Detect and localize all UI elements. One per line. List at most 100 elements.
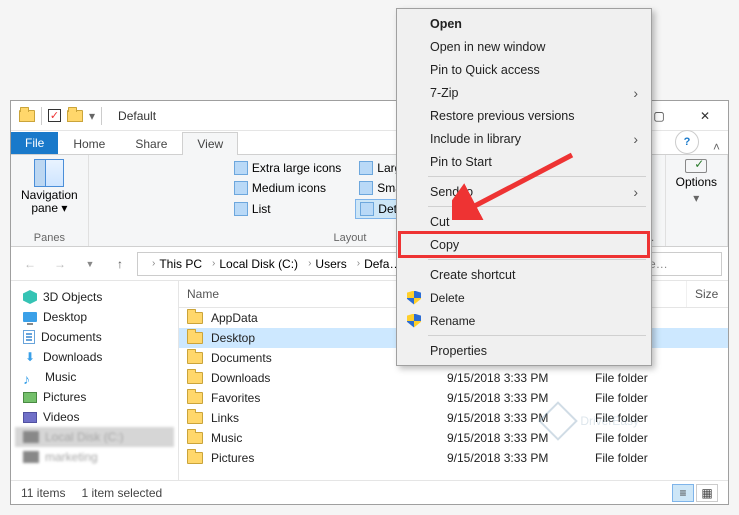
ctx-open-new-window[interactable]: Open in new window xyxy=(400,35,648,58)
folder-icon xyxy=(187,432,203,444)
ribbon-group-title-panes: Panes xyxy=(34,230,65,244)
m-icon xyxy=(234,181,248,195)
ctx-pin-start[interactable]: Pin to Start xyxy=(400,150,648,173)
3d-objects-icon xyxy=(23,290,37,304)
header-size[interactable]: Size xyxy=(687,281,728,307)
tree-3d-objects[interactable]: 3D Objects xyxy=(15,287,174,307)
collapse-ribbon-icon[interactable]: ˄ xyxy=(705,140,728,154)
videos-icon xyxy=(23,412,37,423)
file-row-favorites[interactable]: Favorites9/15/2018 3:33 PMFile folder xyxy=(179,388,728,408)
status-count: 11 items xyxy=(21,486,65,500)
xl-icon xyxy=(234,161,248,175)
crumb-this-pc[interactable]: ›This PC xyxy=(148,257,206,271)
s-icon xyxy=(359,181,373,195)
music-icon: ♪ xyxy=(23,371,39,383)
folder-icon xyxy=(187,372,203,384)
tree-obscured-1[interactable]: Local Disk (C:) xyxy=(15,427,174,447)
ribbon-group-title-layout: Layout xyxy=(333,230,366,244)
downloads-icon: ⬇ xyxy=(23,350,37,364)
ctx-properties[interactable]: Properties xyxy=(400,339,648,362)
qat-properties-icon[interactable]: ✓ xyxy=(48,109,61,122)
ctx-7zip[interactable]: 7-Zip xyxy=(400,81,648,104)
up-button[interactable]: ↑ xyxy=(107,251,133,277)
thumbnails-view-toggle[interactable]: ▦ xyxy=(696,484,718,502)
window-folder-icon xyxy=(19,110,35,122)
ctx-pin-quick-access[interactable]: Pin to Quick access xyxy=(400,58,648,81)
tree-videos[interactable]: Videos xyxy=(15,407,174,427)
status-bar: 11 items 1 item selected ≡ ▦ xyxy=(11,480,728,504)
share-tab[interactable]: Share xyxy=(120,132,182,155)
view-list[interactable]: List xyxy=(230,199,345,219)
folder-icon xyxy=(187,332,203,344)
ctx-separator-3 xyxy=(428,259,646,260)
ctx-copy[interactable]: Copy xyxy=(400,233,648,256)
l-icon xyxy=(359,161,373,175)
drive-icon xyxy=(23,431,39,443)
status-selected: 1 item selected xyxy=(81,486,162,500)
ctx-send-to[interactable]: Send to xyxy=(400,180,648,203)
list-icon xyxy=(234,202,248,216)
desktop-icon xyxy=(23,312,37,322)
recent-dropdown[interactable]: ▼ xyxy=(77,251,103,277)
folder-icon xyxy=(187,312,203,324)
tree-downloads[interactable]: ⬇Downloads xyxy=(15,347,174,367)
ctx-separator-1 xyxy=(428,176,646,177)
tree-desktop[interactable]: Desktop xyxy=(15,307,174,327)
crumb-local-disk[interactable]: ›Local Disk (C:) xyxy=(208,257,302,271)
pictures-icon xyxy=(23,392,37,403)
options-icon xyxy=(685,159,707,173)
file-row-links[interactable]: Links9/15/2018 3:33 PMFile folder xyxy=(179,408,728,428)
folder-icon xyxy=(187,452,203,464)
ctx-cut[interactable]: Cut xyxy=(400,210,648,233)
crumb-users[interactable]: ›Users xyxy=(304,257,351,271)
qat-divider-2 xyxy=(101,107,102,125)
help-button[interactable]: ? xyxy=(675,130,699,154)
context-menu: Open Open in new window Pin to Quick acc… xyxy=(396,8,652,366)
navigation-pane-label: Navigationpane ▾ xyxy=(21,189,78,215)
shield-icon-2 xyxy=(407,314,421,328)
navigation-pane-icon xyxy=(34,159,64,187)
ctx-restore-versions[interactable]: Restore previous versions xyxy=(400,104,648,127)
file-row-pictures[interactable]: Pictures9/15/2018 3:33 PMFile folder xyxy=(179,448,728,468)
back-button[interactable]: ← xyxy=(17,251,43,277)
qat-dropdown-icon[interactable]: ▾ xyxy=(89,109,95,123)
navigation-pane-button[interactable]: Navigationpane ▾ xyxy=(21,159,78,215)
details-icon xyxy=(360,202,374,216)
file-row-downloads[interactable]: Downloads9/15/2018 3:33 PMFile folder xyxy=(179,368,728,388)
tree-pictures[interactable]: Pictures xyxy=(15,387,174,407)
drive-icon-2 xyxy=(23,451,39,463)
ctx-open[interactable]: Open xyxy=(400,12,648,35)
ribbon-group-options: Options ▾ xyxy=(666,155,728,246)
options-dropdown-icon: ▾ xyxy=(693,191,699,205)
ctx-separator-4 xyxy=(428,335,646,336)
forward-button[interactable]: → xyxy=(47,251,73,277)
details-view-toggle[interactable]: ≡ xyxy=(672,484,694,502)
tree-music[interactable]: ♪Music xyxy=(15,367,174,387)
tree-documents[interactable]: Documents xyxy=(15,327,174,347)
ctx-delete[interactable]: Delete xyxy=(400,286,648,309)
file-tab[interactable]: File xyxy=(11,132,58,154)
folder-icon xyxy=(187,352,203,364)
tree-obscured-2[interactable]: marketing xyxy=(15,447,174,467)
ctx-rename[interactable]: Rename xyxy=(400,309,648,332)
ctx-include-library[interactable]: Include in library xyxy=(400,127,648,150)
options-button[interactable]: Options ▾ xyxy=(676,159,717,205)
ribbon-group-panes: Navigationpane ▾ Panes xyxy=(11,155,89,246)
file-row-music[interactable]: Music9/15/2018 3:33 PMFile folder xyxy=(179,428,728,448)
options-label: Options xyxy=(676,175,717,189)
view-tab[interactable]: View xyxy=(182,132,238,155)
close-button[interactable]: ✕ xyxy=(682,102,728,130)
window-title: Default xyxy=(118,109,156,123)
folder-icon xyxy=(187,392,203,404)
documents-icon xyxy=(23,330,35,344)
navigation-tree[interactable]: 3D Objects Desktop Documents ⬇Downloads … xyxy=(11,281,179,480)
qat-newfolder-icon[interactable] xyxy=(67,110,83,122)
qat-divider xyxy=(41,107,42,125)
home-tab[interactable]: Home xyxy=(58,132,120,155)
ctx-create-shortcut[interactable]: Create shortcut xyxy=(400,263,648,286)
folder-icon xyxy=(187,412,203,424)
ctx-separator-2 xyxy=(428,206,646,207)
shield-icon xyxy=(407,291,421,305)
view-extra-large-icons[interactable]: Extra large icons xyxy=(230,159,345,177)
view-medium-icons[interactable]: Medium icons xyxy=(230,179,345,197)
